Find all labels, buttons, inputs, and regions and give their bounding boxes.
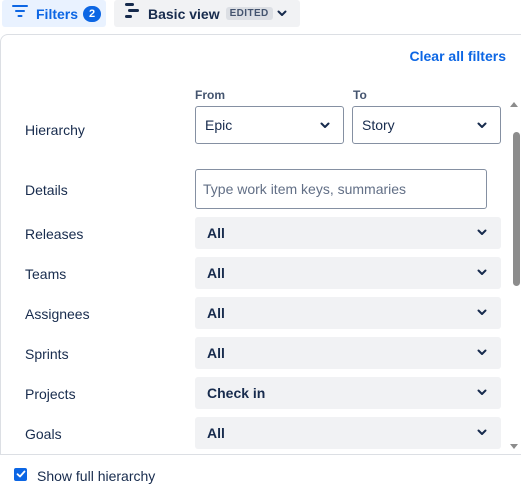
scroll-up-arrow-icon[interactable]	[509, 95, 519, 113]
chevron-down-icon	[476, 305, 488, 321]
goals-select[interactable]: All	[195, 417, 501, 449]
hierarchy-to-value: Story	[362, 117, 395, 133]
filter-lines-icon	[12, 4, 28, 23]
projects-select[interactable]: Check in	[195, 377, 501, 409]
filters-count-badge: 2	[83, 5, 102, 22]
scrollbar-thumb[interactable]	[513, 132, 520, 286]
filters-button[interactable]: Filters 2	[2, 0, 106, 27]
clear-all-filters-link[interactable]: Clear all filters	[410, 48, 507, 64]
hierarchy-label: Hierarchy	[25, 122, 85, 138]
chevron-down-icon	[476, 225, 488, 241]
hierarchy-from-value: Epic	[205, 117, 233, 133]
sprints-select[interactable]: All	[195, 337, 501, 369]
checkmark-icon	[16, 466, 26, 484]
show-full-hierarchy-label[interactable]: Show full hierarchy	[37, 468, 155, 484]
chevron-down-icon	[476, 345, 488, 361]
filters-label: Filters	[36, 5, 79, 22]
chevron-down-icon	[476, 425, 488, 441]
assignees-value: All	[207, 305, 225, 321]
projects-label: Projects	[25, 386, 76, 402]
chevron-down-icon	[476, 265, 488, 281]
chevron-down-icon	[476, 385, 488, 401]
teams-select[interactable]: All	[195, 257, 501, 289]
show-full-hierarchy-checkbox[interactable]	[14, 468, 27, 481]
sprints-label: Sprints	[25, 346, 69, 362]
hierarchy-to-label: To	[353, 88, 367, 102]
assignees-label: Assignees	[25, 306, 90, 322]
teams-label: Teams	[25, 266, 67, 282]
toolbar: Filters 2 Basic view EDITED	[0, 0, 521, 28]
details-label: Details	[25, 182, 68, 198]
goals-value: All	[207, 425, 225, 441]
releases-value: All	[207, 225, 225, 241]
view-selector-button[interactable]: Basic view EDITED	[114, 0, 300, 27]
chevron-down-icon	[476, 118, 488, 134]
details-search-input[interactable]	[195, 169, 487, 209]
view-list-icon	[125, 3, 139, 24]
goals-label: Goals	[25, 426, 62, 442]
sprints-value: All	[207, 345, 225, 361]
filter-panel: Clear all filters From To Hierarchy Epic…	[0, 34, 521, 483]
hierarchy-from-select[interactable]: Epic	[195, 106, 344, 144]
teams-value: All	[207, 265, 225, 281]
hierarchy-to-select[interactable]: Story	[352, 106, 501, 144]
edited-badge: EDITED	[225, 7, 273, 20]
chevron-down-icon	[276, 6, 288, 24]
hierarchy-from-label: From	[195, 88, 225, 102]
chevron-down-icon	[319, 118, 331, 134]
releases-label: Releases	[25, 226, 84, 242]
assignees-select[interactable]: All	[195, 297, 501, 329]
releases-select[interactable]: All	[195, 217, 501, 249]
panel-footer: Show full hierarchy	[0, 454, 521, 484]
projects-value: Check in	[207, 385, 266, 401]
view-label: Basic view	[148, 5, 220, 22]
